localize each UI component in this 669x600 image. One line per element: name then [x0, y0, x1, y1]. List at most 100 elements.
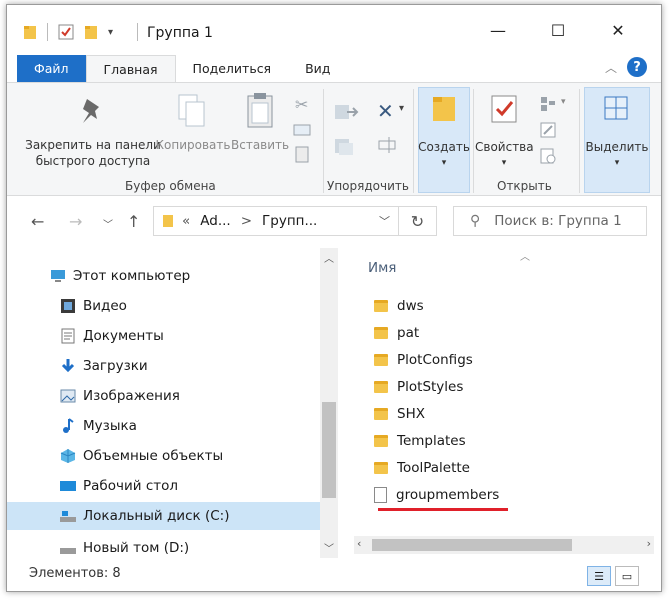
- copy-to-icon[interactable]: [333, 135, 359, 157]
- tree-item-video[interactable]: Видео: [7, 292, 320, 320]
- tree-item-label: Этот компьютер: [73, 268, 191, 284]
- tree-item-this-pc[interactable]: Этот компьютер: [7, 262, 320, 290]
- breadcrumb-separator[interactable]: >: [241, 213, 252, 229]
- recent-locations-icon[interactable]: ﹀: [103, 216, 113, 231]
- search-input[interactable]: Поиск в: Группа 1: [494, 213, 621, 229]
- collapse-ribbon-icon[interactable]: ︿: [605, 59, 617, 76]
- list-item[interactable]: ToolPalette: [374, 454, 470, 481]
- content-scrollbar[interactable]: ‹ ›: [354, 536, 654, 554]
- tree-item-documents[interactable]: Документы: [7, 322, 320, 350]
- tree-item-label: Новый том (D:): [83, 540, 190, 556]
- pin-quick-access-button[interactable]: Закрепить на панели быстрого доступа: [23, 137, 163, 169]
- copy-icon: [178, 94, 205, 127]
- properties-icon[interactable]: [58, 24, 74, 40]
- sort-indicator-icon: ︿: [520, 252, 530, 263]
- list-item[interactable]: SHX: [374, 400, 425, 427]
- tree-item-music[interactable]: Музыка: [7, 412, 320, 440]
- tree-item-downloads[interactable]: Загрузки: [7, 352, 320, 380]
- navigation-pane: Этот компьютер Видео Документы Загрузки …: [7, 248, 344, 558]
- large-icons-view-icon[interactable]: ▭: [615, 566, 639, 586]
- breadcrumb-item[interactable]: Ad...: [200, 213, 230, 229]
- scroll-up-icon[interactable]: ︿: [324, 250, 334, 265]
- customize-qat-dropdown-icon[interactable]: ▾: [108, 27, 113, 38]
- open-icon[interactable]: [539, 95, 557, 113]
- edit-icon[interactable]: [539, 121, 557, 139]
- tab-home[interactable]: Главная: [85, 55, 176, 83]
- history-icon[interactable]: [539, 147, 557, 165]
- ribbon: Закрепить на панели быстрого доступа Коп…: [7, 82, 661, 196]
- list-item[interactable]: PlotStyles: [374, 373, 463, 400]
- create-button[interactable]: Создать ▾: [418, 139, 470, 171]
- folder-icon: [374, 299, 388, 312]
- column-header-name[interactable]: Имя: [368, 260, 396, 276]
- tree-item-3d-objects[interactable]: Объемные объекты: [7, 442, 320, 470]
- forward-icon[interactable]: →: [69, 212, 82, 231]
- folder-icon: [163, 215, 173, 227]
- breadcrumb-overflow[interactable]: «: [182, 213, 190, 229]
- breadcrumb-item[interactable]: Групп...: [262, 213, 317, 229]
- close-button[interactable]: ✕: [595, 15, 641, 45]
- address-dropdown-icon[interactable]: ﹀: [379, 213, 390, 229]
- paste-button[interactable]: Вставить: [231, 137, 289, 153]
- tab-file[interactable]: Файл: [17, 55, 86, 83]
- folder-icon: [374, 434, 388, 447]
- open-dropdown-icon[interactable]: ▾: [561, 97, 566, 107]
- details-view-icon[interactable]: ☰: [587, 566, 611, 586]
- delete-icon[interactable]: ✕: [377, 99, 394, 123]
- tree-item-label: Видео: [83, 298, 127, 314]
- move-to-icon[interactable]: [333, 101, 359, 123]
- tree-item-pictures[interactable]: Изображения: [7, 382, 320, 410]
- tab-view[interactable]: Вид: [288, 55, 347, 83]
- navigation-bar: ← → ﹀ ↑ « Ad... > Групп... ﹀ ↻ ⚲ Поиск в…: [7, 196, 661, 246]
- pin-label-line1: Закрепить на панели: [25, 138, 161, 152]
- video-icon: [61, 299, 75, 313]
- copy-button[interactable]: Копировать: [155, 137, 231, 153]
- file-name: groupmembers: [396, 486, 500, 503]
- search-box[interactable]: ⚲ Поиск в: Группа 1: [453, 206, 647, 236]
- list-item[interactable]: Templates: [374, 427, 466, 454]
- new-folder-icon[interactable]: [84, 24, 98, 40]
- computer-icon: [51, 270, 65, 282]
- open-group-label: Открыть: [497, 179, 552, 193]
- delete-dropdown-icon[interactable]: ▾: [399, 103, 404, 114]
- tree-item-label: Загрузки: [83, 358, 148, 374]
- help-icon[interactable]: ?: [627, 57, 647, 77]
- ribbon-separator: [579, 89, 580, 193]
- nav-scrollbar[interactable]: ︿ ﹀: [320, 248, 338, 558]
- tree-item-local-disk-c[interactable]: Локальный диск (C:): [7, 502, 320, 530]
- maximize-button[interactable]: ☐: [535, 15, 581, 45]
- tree-item-label: Рабочий стол: [83, 478, 178, 494]
- tab-share[interactable]: Поделиться: [176, 55, 289, 83]
- select-button[interactable]: Выделить ▾: [584, 139, 650, 171]
- content-scrollbar-thumb[interactable]: [372, 539, 572, 551]
- tree-item-desktop[interactable]: Рабочий стол: [7, 472, 320, 500]
- list-item[interactable]: groupmembers: [374, 481, 499, 508]
- copy-path-icon[interactable]: [293, 123, 311, 137]
- list-item[interactable]: dws: [374, 292, 424, 319]
- list-item[interactable]: PlotConfigs: [374, 346, 473, 373]
- minimize-button[interactable]: —: [475, 15, 521, 45]
- title-bar: ▾ Группа 1 — ☐ ✕: [7, 5, 661, 53]
- up-icon[interactable]: ↑: [127, 212, 140, 231]
- rename-icon[interactable]: [377, 135, 399, 155]
- explorer-window: ▾ Группа 1 — ☐ ✕ Файл Главная Поделиться…: [6, 4, 662, 592]
- refresh-icon[interactable]: ↻: [399, 206, 437, 236]
- properties-label: Свойства: [475, 140, 534, 154]
- ribbon-separator: [473, 89, 474, 193]
- scroll-right-icon[interactable]: ›: [647, 537, 651, 550]
- drive-icon: [60, 548, 76, 554]
- drive-icon: [60, 511, 76, 522]
- pin-icon: [83, 99, 99, 123]
- paste-shortcut-icon[interactable]: [295, 145, 309, 163]
- file-list-pane: ︿ Имя dws pat PlotConfigs PlotStyles SHX…: [344, 248, 661, 558]
- scroll-left-icon[interactable]: ‹: [357, 537, 361, 550]
- select-icon: [604, 96, 628, 120]
- list-item[interactable]: pat: [374, 319, 419, 346]
- cut-icon[interactable]: ✂: [295, 95, 308, 114]
- nav-scrollbar-thumb[interactable]: [322, 402, 336, 498]
- properties-button[interactable]: Свойства ▾: [475, 139, 534, 171]
- new-folder-large-icon: [433, 97, 455, 121]
- back-icon[interactable]: ←: [31, 212, 44, 231]
- address-bar[interactable]: « Ad... > Групп... ﹀: [153, 206, 399, 236]
- scroll-down-icon[interactable]: ﹀: [324, 540, 334, 555]
